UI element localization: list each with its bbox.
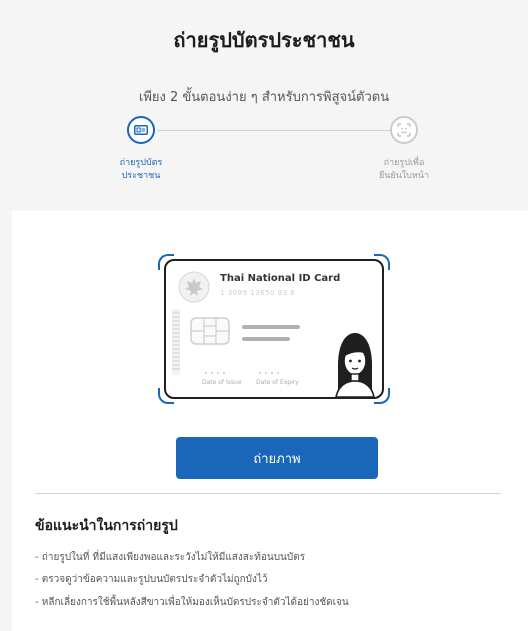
portrait-icon (335, 333, 375, 397)
face-scan-icon (397, 123, 411, 137)
stepper-connector (157, 130, 393, 131)
id-card-icon (134, 125, 148, 135)
text-lines-icon (242, 325, 300, 341)
tip-item: - หลีกเลี่ยงการใช้พื้นหลังสีขาวเพื่อให้ม… (35, 597, 349, 608)
id-card-frame: Thai National ID Card 1 3099 13650 93 6 (158, 254, 390, 404)
step-1-label-line1: ถ่ายรูปบัตร (119, 158, 163, 168)
date-dots-icon (205, 372, 279, 374)
tip-item: - ถ่ายรูปในที่ ที่มีแสงเพียงพอและระวังไม… (35, 552, 306, 563)
page-subtitle: เพียง 2 ขั้นตอนง่าย ๆ สำหรับการพิสูจน์ตั… (138, 90, 390, 105)
page-header: ถ่ายรูปบัตรประชาชน เพียง 2 ขั้นตอนง่าย ๆ… (0, 0, 528, 210)
step-1-label: ถ่ายรูปบัตร ประชาชน (101, 157, 181, 183)
id-card-number: 1 3099 13650 93 6 (220, 289, 296, 297)
garuda-emblem-icon (178, 271, 210, 303)
date-of-expiry-label: Date of Expiry (256, 379, 299, 386)
step-1-label-line2: ประชาชน (121, 171, 161, 181)
tip-item: - ตรวจดูว่าข้อความและรูปบนบัตรประจำตัวไม… (35, 574, 268, 585)
step-2-label-line1: ถ่ายรูปเพื่อ (383, 158, 425, 168)
tips-title: ข้อแนะนำในการถ่ายรูป (35, 518, 178, 534)
step-2-label-line2: ยืนยันใบหน้า (378, 171, 430, 181)
step-2-label: ถ่ายรูปเพื่อ ยืนยันใบหน้า (364, 157, 444, 183)
step-2-indicator (390, 116, 418, 144)
page-title: ถ่ายรูปบัตรประชาชน (173, 28, 355, 52)
id-card-title: Thai National ID Card (220, 273, 341, 284)
id-card-illustration: Thai National ID Card 1 3099 13650 93 6 (164, 259, 384, 399)
capture-panel: Thai National ID Card 1 3099 13650 93 6 (12, 211, 528, 631)
chip-icon (190, 317, 230, 345)
barcode-icon (172, 309, 180, 375)
step-1-indicator (127, 116, 155, 144)
date-of-issue-label: Date of Issue (202, 379, 242, 386)
divider (35, 493, 501, 494)
capture-button[interactable]: ถ่ายภาพ (176, 437, 378, 479)
